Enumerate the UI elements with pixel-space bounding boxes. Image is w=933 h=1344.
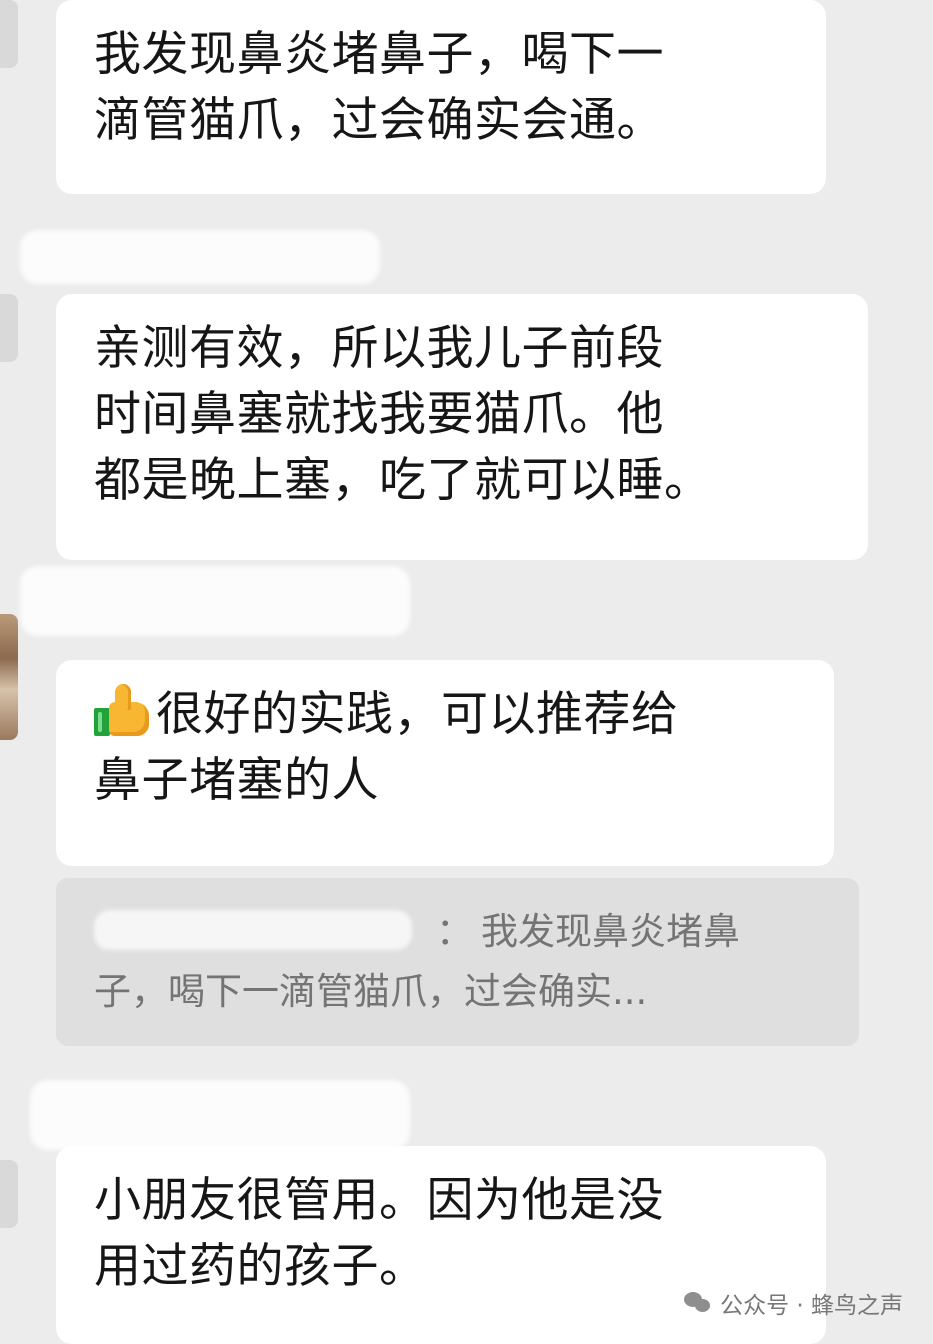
message-bubble[interactable]: 很好的实践，可以推荐给 鼻子堵塞的人 [56, 660, 834, 866]
redacted-sender-name [20, 566, 410, 636]
redacted-sender-name [30, 1080, 410, 1150]
avatar[interactable] [0, 1160, 18, 1228]
redacted-quote-author [94, 910, 412, 950]
redacted-sender-name [20, 230, 380, 284]
avatar[interactable] [0, 614, 18, 740]
message-line: 我发现鼻炎堵鼻子，喝下一 [94, 27, 664, 82]
quote-line: 子，喝下一滴管猫爪，过会确实... [94, 970, 648, 1013]
message-bubble[interactable]: 我发现鼻炎堵鼻子，喝下一 滴管猫爪，过会确实会通。 [56, 0, 826, 194]
quoted-reply[interactable]: ：我发现鼻炎堵鼻 子，喝下一滴管猫爪，过会确实... [56, 878, 859, 1046]
wechat-icon [684, 1291, 712, 1315]
message-line: 鼻子堵塞的人 [94, 753, 379, 808]
quote-text: 我发现鼻炎堵鼻 [481, 910, 740, 953]
quote-line: ：我发现鼻炎堵鼻 [94, 902, 859, 962]
quote-colon: ： [436, 910, 473, 953]
watermark-text: 公众号 · 蜂鸟之声 [720, 1293, 903, 1319]
avatar[interactable] [0, 0, 18, 68]
message-line: 都是晚上塞，吃了就可以睡。 [94, 453, 712, 508]
message-line: 亲测有效，所以我儿子前段 [94, 321, 664, 376]
message-line: 小朋友很管用。因为他是没 [94, 1173, 664, 1228]
message-line: 滴管猫爪，过会确实会通。 [94, 93, 664, 148]
message-text: 很好的实践，可以推荐给 [156, 687, 679, 742]
watermark: 公众号 · 蜂鸟之声 [684, 1286, 903, 1320]
avatar[interactable] [0, 294, 18, 362]
message-bubble[interactable]: 亲测有效，所以我儿子前段 时间鼻塞就找我要猫爪。他 都是晚上塞，吃了就可以睡。 [56, 294, 868, 560]
message-line: 时间鼻塞就找我要猫爪。他 [94, 387, 664, 442]
message-line: 很好的实践，可以推荐给 [94, 682, 796, 748]
thumbs-up-icon [94, 684, 152, 738]
